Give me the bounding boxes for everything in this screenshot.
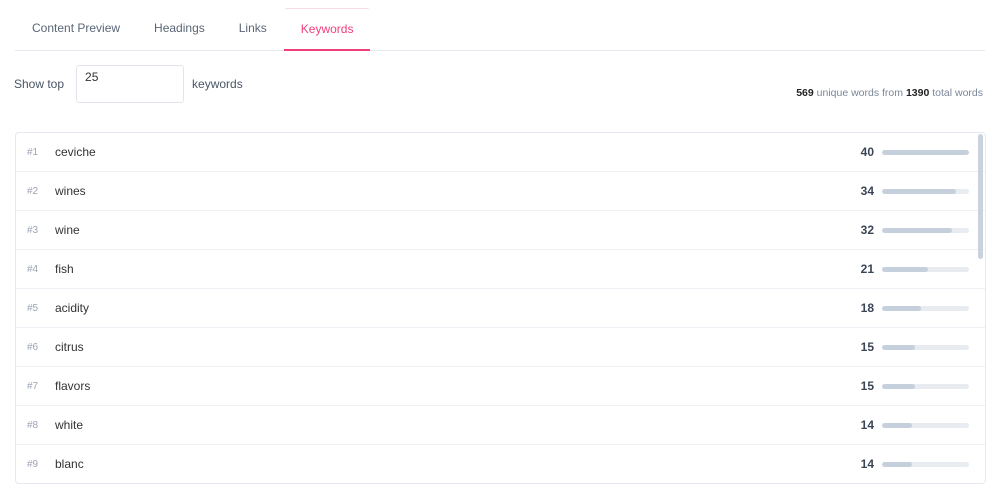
- frequency-bar-fill: [882, 461, 913, 467]
- frequency-bar-fill: [882, 344, 915, 350]
- keyword-count: 15: [860, 340, 874, 354]
- keyword-rank: #1: [27, 146, 39, 158]
- frequency-bar: [882, 227, 969, 233]
- word-stats: 569 unique words from 1390 total words: [796, 87, 983, 99]
- keyword-rank: #3: [27, 224, 39, 236]
- keyword-count: 15: [860, 379, 874, 393]
- keyword-count-input[interactable]: [76, 65, 185, 103]
- keyword-row: #5 acidity 18: [16, 289, 985, 328]
- keyword-row: #8 white 14: [16, 406, 985, 445]
- keyword-word: ceviche: [55, 145, 96, 159]
- keyword-word: blanc: [55, 457, 84, 471]
- scrollbar[interactable]: [978, 134, 983, 259]
- keyword-row: #6 citrus 15: [16, 328, 985, 367]
- keyword-count: 40: [860, 145, 874, 159]
- tab-headings[interactable]: Headings: [137, 8, 222, 49]
- keyword-row: #2 wines 34: [16, 172, 985, 211]
- unique-label: unique words from: [816, 87, 904, 99]
- frequency-bar-fill: [882, 149, 969, 155]
- total-label: total words: [932, 87, 983, 99]
- show-top-label: Show top: [14, 77, 65, 91]
- frequency-bar: [882, 305, 969, 311]
- unique-count: 569: [796, 87, 814, 99]
- keyword-row: #1 ceviche 40: [16, 133, 985, 172]
- keyword-count: 21: [860, 262, 874, 276]
- keyword-rank: #6: [27, 341, 39, 353]
- frequency-bar-fill: [882, 227, 952, 233]
- tab-content-preview[interactable]: Content Preview: [15, 8, 137, 49]
- keyword-list: #1 ceviche 40 #2 wines 34 #3 wine 32 #4 …: [15, 132, 986, 484]
- keyword-count: 14: [860, 418, 874, 432]
- keywords-label: keywords: [192, 77, 243, 91]
- keyword-rank: #4: [27, 263, 39, 275]
- frequency-bar-fill: [882, 266, 928, 272]
- show-top-control: Show top keywords: [14, 65, 243, 103]
- frequency-bar: [882, 344, 969, 350]
- keyword-rank: #5: [27, 302, 39, 314]
- tab-bar: Content Preview Headings Links Keywords: [15, 8, 985, 51]
- keyword-row: #7 flavors 15: [16, 367, 985, 406]
- frequency-bar: [882, 149, 969, 155]
- frequency-bar-fill: [882, 383, 915, 389]
- tab-links[interactable]: Links: [222, 8, 284, 49]
- keyword-row: #4 fish 21: [16, 250, 985, 289]
- frequency-bar: [882, 266, 969, 272]
- keyword-word: flavors: [55, 379, 91, 393]
- frequency-bar: [882, 188, 969, 194]
- keyword-word: white: [55, 418, 84, 432]
- frequency-bar: [882, 383, 969, 389]
- keyword-row: #9 blanc 14: [16, 445, 985, 483]
- keyword-word: acidity: [55, 301, 90, 315]
- frequency-bar-fill: [882, 188, 956, 194]
- keyword-rank: #9: [27, 458, 39, 470]
- keyword-count: 34: [860, 184, 874, 198]
- keyword-word: wines: [55, 184, 86, 198]
- keyword-rank: #7: [27, 380, 39, 392]
- keyword-word: fish: [55, 262, 74, 276]
- frequency-bar-fill: [882, 422, 913, 428]
- total-count: 1390: [905, 87, 930, 99]
- tab-keywords[interactable]: Keywords: [283, 8, 371, 51]
- keyword-count: 32: [860, 223, 874, 237]
- keyword-count: 18: [860, 301, 874, 315]
- keyword-word: citrus: [55, 340, 84, 354]
- keyword-rank: #2: [27, 185, 39, 197]
- frequency-bar: [882, 461, 969, 467]
- keyword-word: wine: [55, 223, 80, 237]
- keyword-rank: #8: [27, 419, 39, 431]
- frequency-bar-fill: [882, 305, 922, 311]
- keyword-count: 14: [860, 457, 874, 471]
- keyword-row: #3 wine 32: [16, 211, 985, 250]
- frequency-bar: [882, 422, 969, 428]
